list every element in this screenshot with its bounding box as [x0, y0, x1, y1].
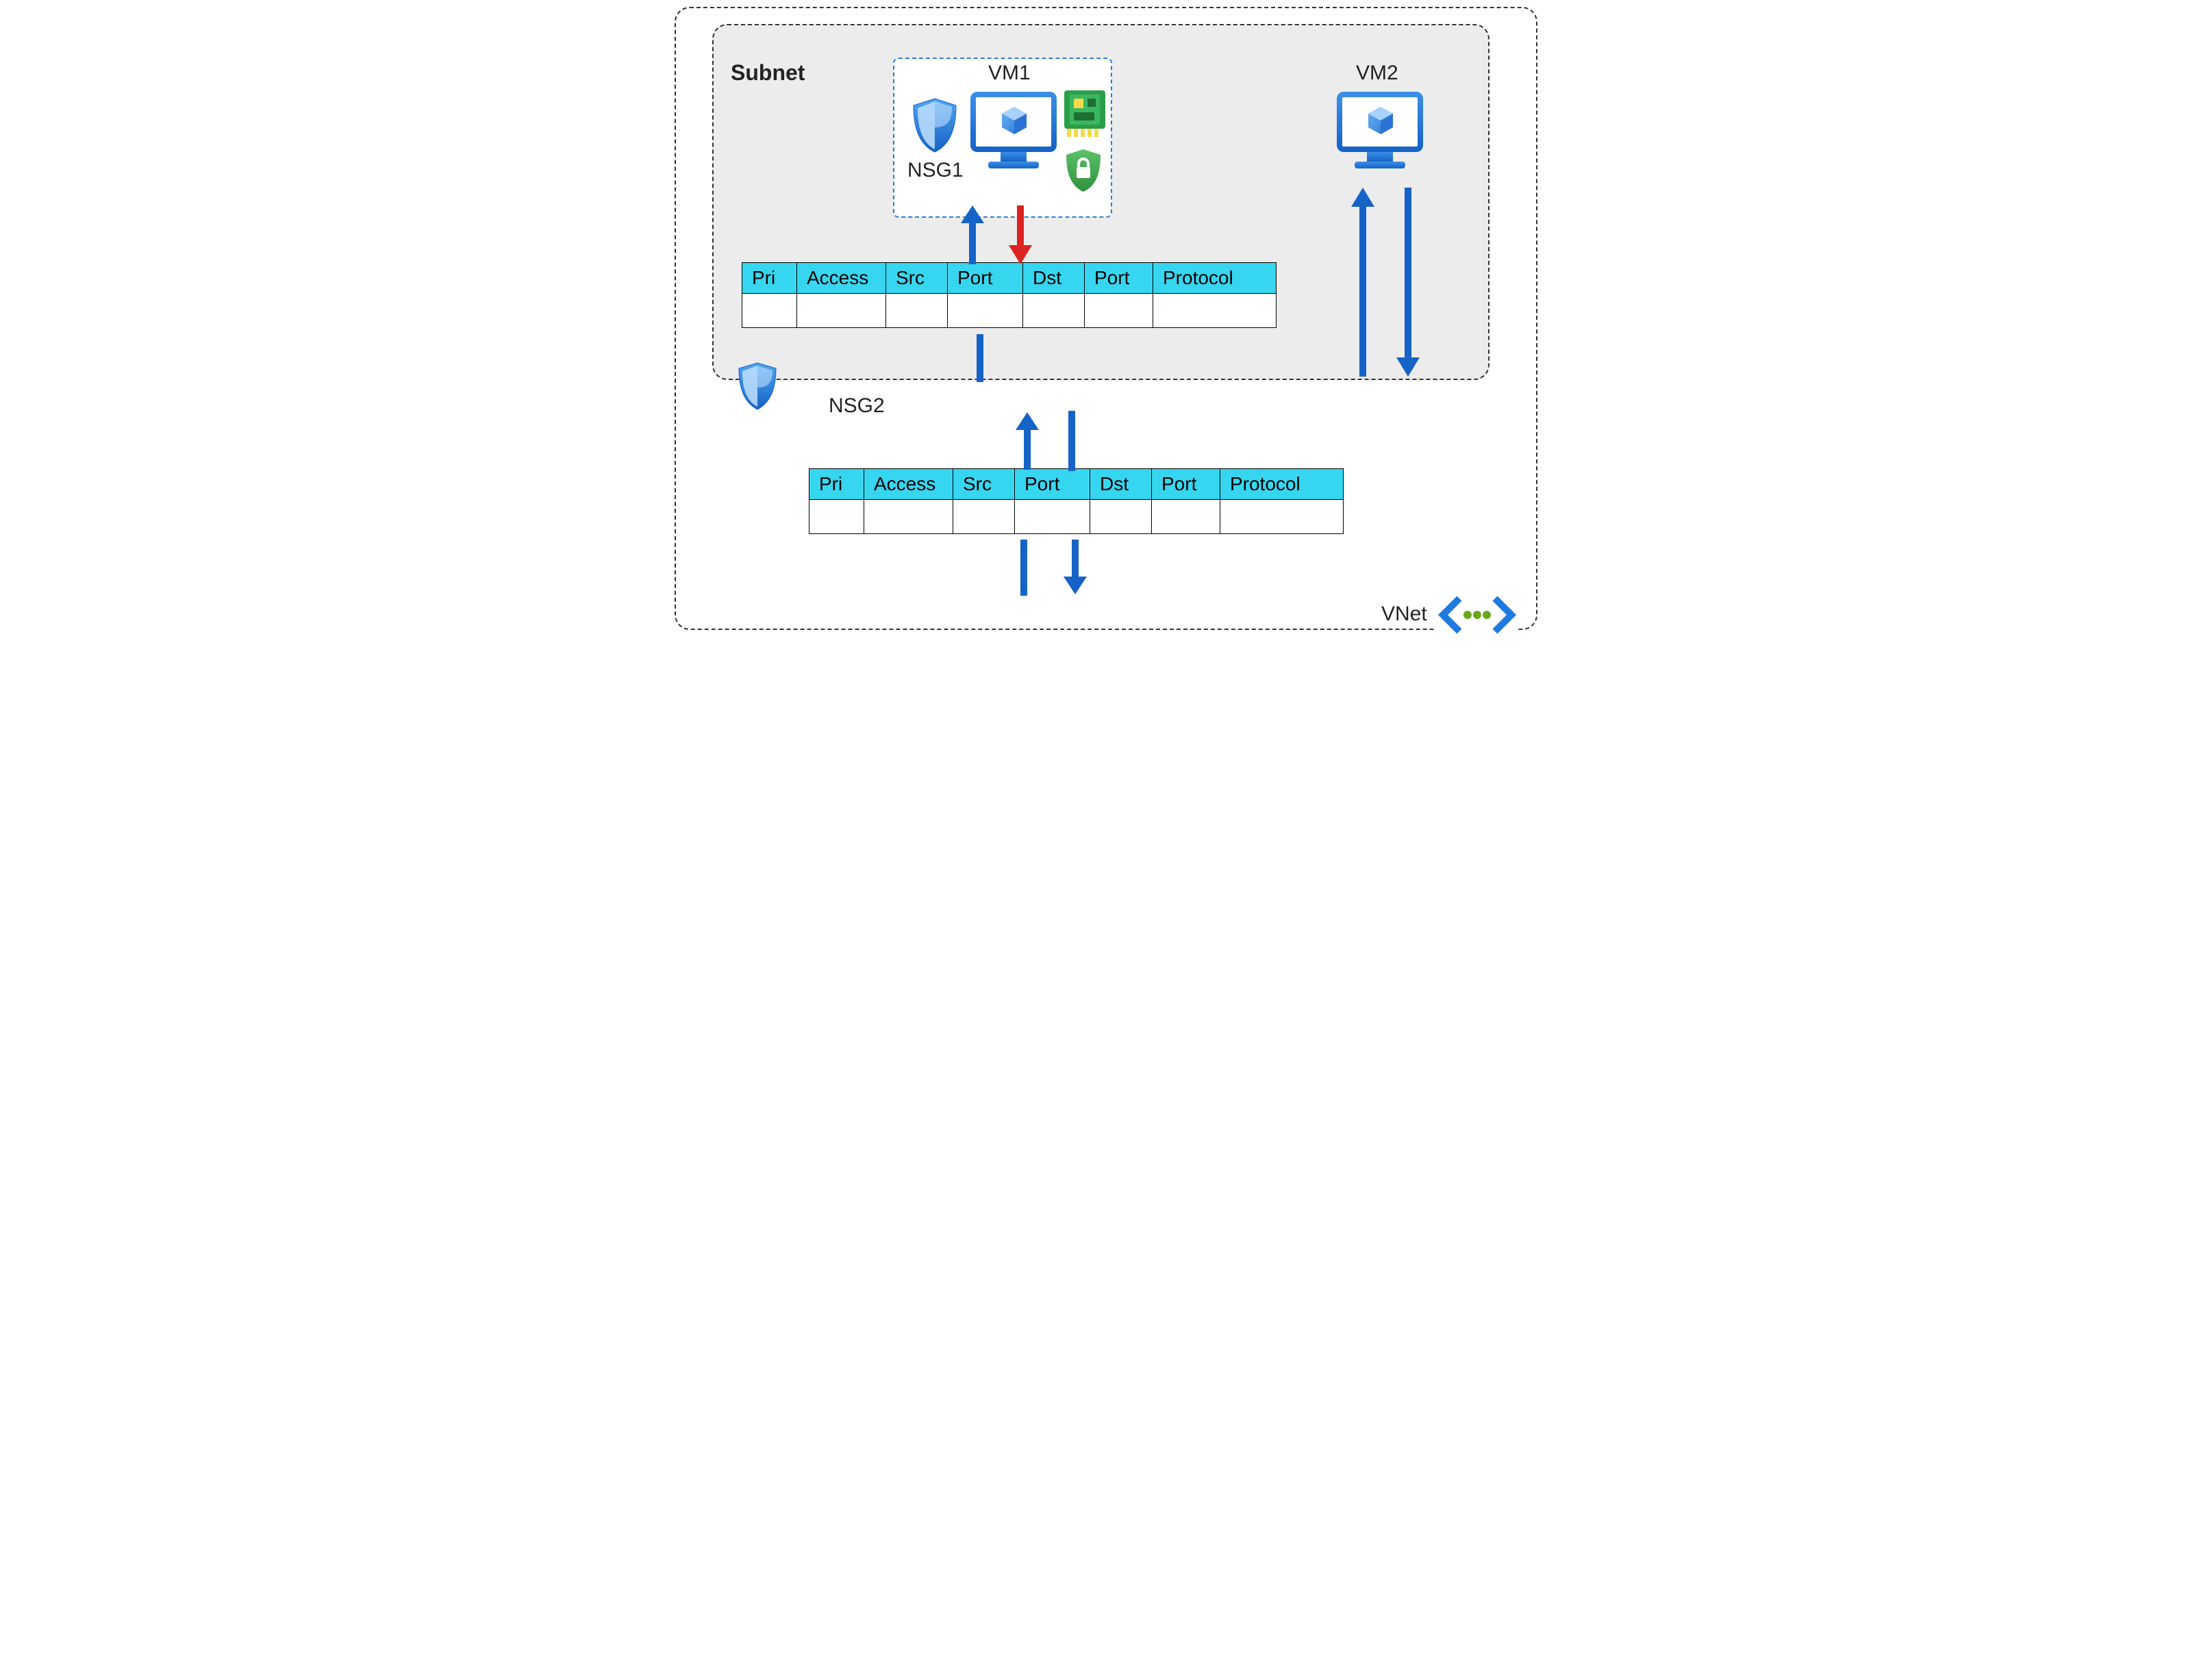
- column-header: Src: [953, 469, 1015, 500]
- column-header: Pri: [742, 263, 797, 294]
- column-header: Port: [1085, 263, 1153, 294]
- table-cell: [864, 500, 953, 534]
- nsg1-label: NSG1: [907, 159, 964, 182]
- nsg-rules-table: PriAccessSrcPortDstPortProtocol: [742, 262, 1277, 328]
- shield-icon: [911, 97, 959, 155]
- arrow-up-icon: [955, 204, 990, 266]
- diagram-canvas: Subnet VM1 NSG1: [668, 0, 1544, 657]
- column-header: Dst: [1090, 469, 1152, 500]
- arrow-down-icon: [1391, 186, 1425, 378]
- column-header: Access: [797, 263, 886, 294]
- vnet-peering-icon: [1436, 596, 1518, 634]
- lock-shield-icon: [1064, 148, 1103, 194]
- shield-icon: [736, 362, 779, 412]
- nsg-rules-table: PriAccessSrcPortDstPortProtocol: [809, 468, 1344, 534]
- network-card-icon: [1061, 88, 1109, 140]
- arrow-line-icon: [973, 334, 987, 382]
- column-header: Pri: [809, 469, 864, 500]
- column-header: Port: [1015, 469, 1090, 500]
- nsg2-label: NSG2: [829, 394, 885, 418]
- monitor-icon: [1335, 90, 1424, 179]
- subnet-label: Subnet: [731, 60, 805, 86]
- vm1-label: VM1: [988, 62, 1031, 85]
- column-header: Protocol: [1153, 263, 1277, 294]
- arrow-line-icon: [1017, 540, 1031, 596]
- monitor-icon: [969, 90, 1058, 179]
- column-header: Protocol: [1220, 469, 1344, 500]
- column-header: Port: [1152, 469, 1220, 500]
- table-cell: [1023, 294, 1085, 328]
- table-cell: [1152, 500, 1220, 534]
- table-cell: [1085, 294, 1153, 328]
- column-header: Port: [948, 263, 1023, 294]
- arrow-down-icon: [1003, 204, 1038, 266]
- arrow-line-icon: [1065, 411, 1079, 471]
- column-header: Dst: [1023, 263, 1085, 294]
- table-cell: [1220, 500, 1344, 534]
- table-cell: [886, 294, 948, 328]
- table-cell: [1090, 500, 1152, 534]
- column-header: Src: [886, 263, 948, 294]
- column-header: Access: [864, 469, 953, 500]
- arrow-up-icon: [1010, 411, 1044, 471]
- arrow-up-icon: [1346, 186, 1380, 378]
- vnet-label: VNet: [1377, 603, 1431, 626]
- table-cell: [742, 294, 797, 328]
- table-cell: [948, 294, 1023, 328]
- table-cell: [1153, 294, 1277, 328]
- arrow-down-icon: [1058, 540, 1092, 596]
- table-cell: [809, 500, 864, 534]
- table-cell: [953, 500, 1015, 534]
- vm2-label: VM2: [1356, 62, 1398, 85]
- table-cell: [1015, 500, 1090, 534]
- table-cell: [797, 294, 886, 328]
